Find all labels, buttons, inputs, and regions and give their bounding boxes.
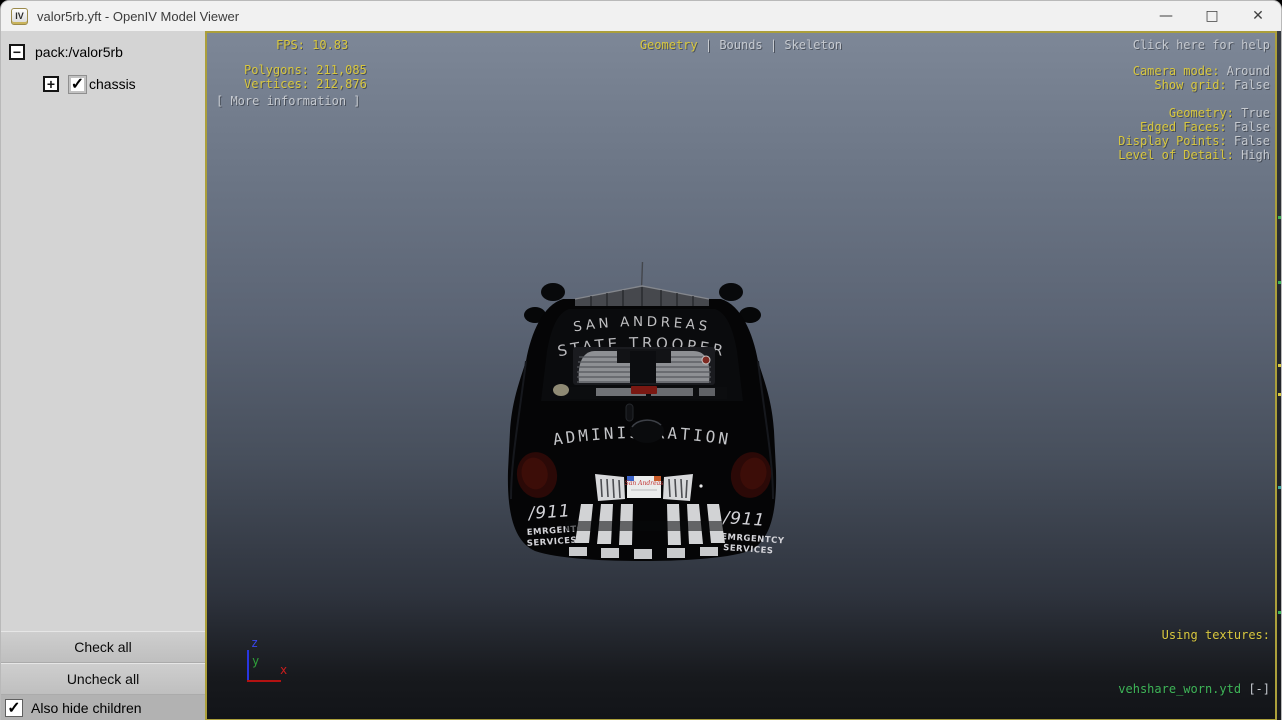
- tab-skeleton[interactable]: Skeleton: [784, 38, 842, 52]
- app-window: IV valor5rb.yft - OpenIV Model Viewer — …: [0, 0, 1282, 720]
- texture-name: vehshare_worn.ytd: [1118, 682, 1242, 696]
- bumper-911-left: /911: [526, 501, 571, 524]
- check-all-button[interactable]: Check all: [1, 631, 205, 663]
- tab-bounds[interactable]: Bounds: [719, 38, 762, 52]
- also-hide-children-row[interactable]: ✓ Also hide children: [1, 695, 205, 720]
- more-information-link[interactable]: [ More information ]: [216, 94, 361, 108]
- x-axis-label: x: [280, 663, 288, 677]
- tab-separator: |: [762, 38, 785, 52]
- show-grid-setting[interactable]: Show grid: False: [1154, 78, 1270, 92]
- tree-root-label: pack:/valor5rb: [35, 44, 123, 60]
- tab-geometry[interactable]: Geometry: [640, 38, 698, 52]
- y-axis-label: y: [252, 654, 260, 668]
- titlebar: IV valor5rb.yft - OpenIV Model Viewer — …: [1, 1, 1281, 31]
- expand-icon[interactable]: +: [43, 76, 59, 92]
- 3d-viewport[interactable]: FPS: 10.83 Polygons: 211,085 Vertices: 2…: [205, 31, 1277, 720]
- window-title: valor5rb.yft - OpenIV Model Viewer: [37, 8, 240, 24]
- also-hide-children-checkbox[interactable]: ✓: [5, 699, 23, 717]
- car-model-render: SAN ANDREAS STATE TROOPER: [507, 261, 785, 561]
- polygons-count: Polygons: 211,085: [244, 63, 367, 77]
- minimize-button[interactable]: —: [1143, 1, 1189, 31]
- geometry-option[interactable]: Geometry: True: [1169, 106, 1270, 120]
- sidebar-footer: Check all Uncheck all ✓ Also hide childr…: [1, 631, 205, 720]
- tree-item-chassis[interactable]: + ✓ chassis: [1, 72, 205, 96]
- textures-header: Using textures:: [1161, 628, 1270, 642]
- view-mode-tabs: Geometry | Bounds | Skeleton: [207, 38, 1275, 52]
- z-axis-label: z: [251, 636, 259, 650]
- uncheck-all-button[interactable]: Uncheck all: [1, 663, 205, 695]
- textures-panel: Using textures: vehshare_worn.ytd [-] ve…: [1111, 590, 1270, 720]
- interior-partition: [573, 347, 715, 385]
- camera-mode-setting[interactable]: Camera mode: Around: [1133, 64, 1270, 78]
- x-axis-line: [247, 680, 281, 682]
- plate-text: San Andreas: [625, 480, 664, 487]
- tree-item-root[interactable]: − pack:/valor5rb: [1, 40, 205, 64]
- chassis-checkbox[interactable]: ✓: [68, 74, 87, 94]
- model-tree-sidebar: − pack:/valor5rb + ✓ chassis Check all U…: [1, 31, 205, 720]
- vertices-count: Vertices: 212,876: [244, 77, 367, 91]
- openiv-logo-icon: IV: [11, 7, 28, 25]
- maximize-button[interactable]: □: [1189, 1, 1235, 31]
- tree-chassis-label: chassis: [89, 76, 136, 92]
- third-brake-light: [631, 386, 657, 394]
- close-button[interactable]: ✕: [1235, 1, 1281, 31]
- texture-row: vehshare_worn.ytd [-]: [1111, 680, 1270, 698]
- model-tree: − pack:/valor5rb + ✓ chassis: [1, 31, 205, 96]
- license-plate: San Andreas: [625, 476, 664, 498]
- remove-texture-button[interactable]: [-]: [1241, 682, 1270, 696]
- bumper-911-right: /911: [721, 508, 766, 531]
- collapse-icon[interactable]: −: [9, 44, 25, 60]
- display-points-option[interactable]: Display Points: False: [1118, 134, 1270, 148]
- background-window-sliver: [1277, 31, 1281, 720]
- help-link[interactable]: Click here for help: [1133, 38, 1270, 52]
- edged-faces-option[interactable]: Edged Faces: False: [1140, 120, 1270, 134]
- z-axis-line: [247, 650, 249, 681]
- level-of-detail-option[interactable]: Level of Detail: High: [1118, 148, 1270, 162]
- tab-separator: |: [697, 38, 720, 52]
- also-hide-children-label: Also hide children: [31, 700, 142, 716]
